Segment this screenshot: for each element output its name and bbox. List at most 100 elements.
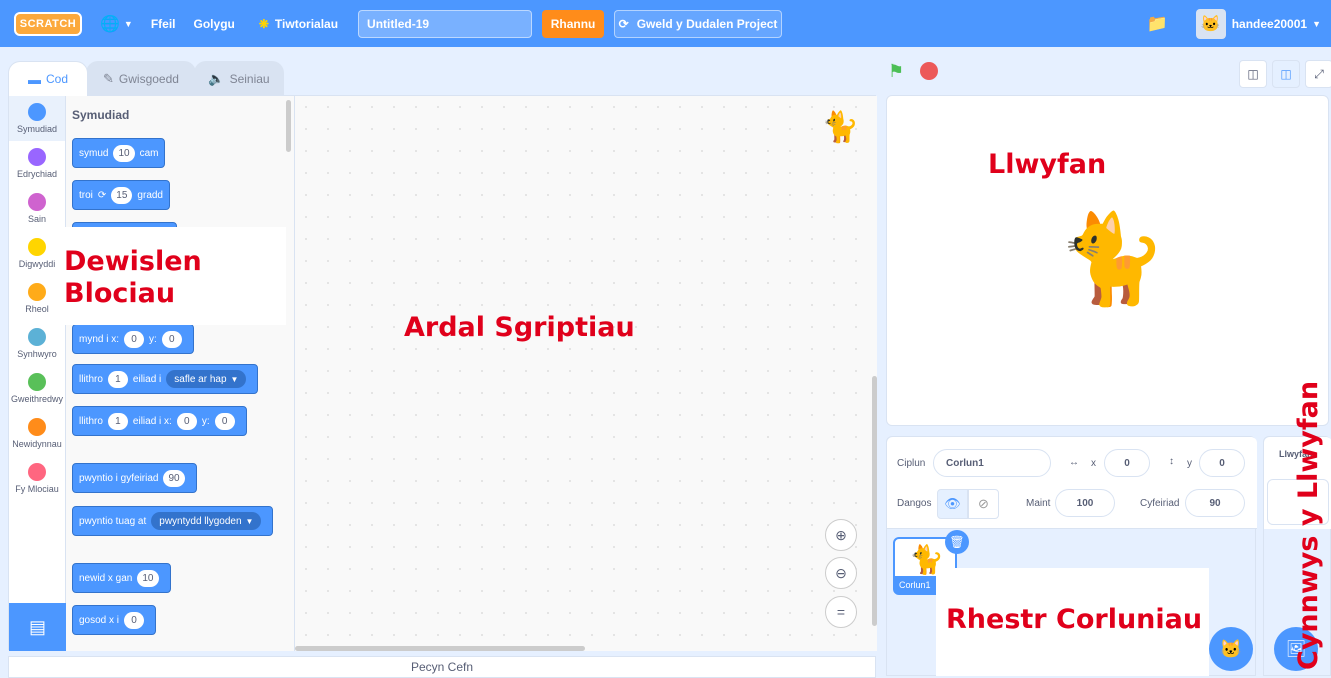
script-area[interactable]: 🐈 ⊕ ⊖ = <box>295 96 877 651</box>
block-dropdown[interactable]: safle ar hap ▼ <box>166 370 247 388</box>
stage-backdrops-annotation: Cynnwys y Llwyfan <box>1293 380 1324 670</box>
script-h-scrollbar[interactable] <box>295 646 585 651</box>
category-label: Symudiad <box>16 124 58 134</box>
x-label: x <box>1091 458 1096 469</box>
category-control[interactable]: Rheol <box>9 276 65 321</box>
zoom-in-button[interactable]: ⊕ <box>825 519 857 551</box>
block-move[interactable]: symud 10 cam <box>72 138 166 168</box>
block-turn-right[interactable]: troi ⟳ 15 gradd <box>72 180 170 210</box>
direction-input[interactable]: 90 <box>1185 489 1245 517</box>
stage[interactable]: 🐈 <box>886 95 1329 426</box>
y-input[interactable]: 0 <box>1199 449 1245 477</box>
tutorials-menu[interactable]: ❋ Tiwtorialau <box>259 17 338 31</box>
block-dropdown[interactable]: pwyntydd llygoden ▼ <box>151 512 262 530</box>
eye-icon[interactable]: 👁 <box>937 489 968 519</box>
category-label: Newidynnau <box>12 439 62 449</box>
block-input[interactable]: 0 <box>124 611 145 629</box>
cat-sprite[interactable]: 🐈 <box>1057 208 1167 311</box>
see-project-icon: ⟳ <box>618 16 629 31</box>
block-text: cam <box>139 147 159 159</box>
block-input[interactable]: 1 <box>107 412 128 430</box>
green-flag-icon[interactable]: ⚑ <box>888 62 908 80</box>
see-project-label: Gweld y Dudalen Project <box>636 16 778 31</box>
tab-costumes[interactable]: ✎ Gwisgoedd <box>86 61 196 96</box>
category-sensing[interactable]: Synhwyro <box>9 321 65 366</box>
share-button[interactable]: Rhannu <box>542 9 605 38</box>
block-input[interactable]: 0 <box>124 330 145 348</box>
block-glide-xy[interactable]: llithro 1 eiliad i x: 0 y: 0 <box>72 406 247 436</box>
block-input[interactable]: 15 <box>111 186 133 204</box>
file-menu[interactable]: Ffeil <box>151 17 176 31</box>
block-text: llithro <box>79 373 103 385</box>
avatar[interactable]: 🐱 <box>1195 8 1226 39</box>
chevron-down-icon: ▼ <box>123 18 133 29</box>
backpack[interactable]: Pecyn Cefn <box>8 656 876 678</box>
edit-menu[interactable]: Golygu <box>194 17 235 31</box>
editor-tabs: ▬ Cod ✎ Gwisgoedd 🔈 Seiniau <box>8 61 284 96</box>
block-text: symud <box>79 147 109 159</box>
category-looks[interactable]: Edrychiad <box>9 141 65 186</box>
sprite-name-input[interactable]: Corlun1 <box>933 449 1051 477</box>
block-input[interactable]: 1 <box>107 370 128 388</box>
block-text: gradd <box>137 189 163 201</box>
language-menu[interactable]: 🌐 ▼ <box>100 14 133 34</box>
stage-size-controls: ◫ ◫ ⤢ <box>1234 60 1331 88</box>
username[interactable]: handee20001 <box>1232 17 1307 31</box>
block-input[interactable]: 90 <box>163 469 185 487</box>
block-input[interactable]: 0 <box>176 412 197 430</box>
add-extension-button[interactable]: ▤ <box>9 603 66 651</box>
my-stuff-folder-icon[interactable]: 📁 <box>1147 14 1168 34</box>
eye-slash-icon[interactable]: ⊘ <box>968 489 999 519</box>
block-point-towards[interactable]: pwyntio tuag at pwyntydd llygoden ▼ <box>72 506 274 536</box>
category-variables[interactable]: Newidynnau <box>9 411 65 456</box>
category-dot <box>28 148 46 166</box>
y-arrows-icon: ↕ <box>1169 456 1174 467</box>
category-motion[interactable]: Symudiad <box>9 96 65 141</box>
code-editor: Symudiad Edrychiad Sain Digwyddi Rheol S… <box>8 95 877 651</box>
palette-heading: Symudiad <box>72 108 130 122</box>
block-input[interactable]: 10 <box>113 144 135 162</box>
scratch-logo[interactable]: SCRATCH <box>14 11 82 36</box>
trash-icon: 🗑 <box>949 535 965 549</box>
palette-scrollbar[interactable] <box>286 100 291 152</box>
zoom-out-icon: ⊖ <box>835 564 847 581</box>
size-input[interactable]: 100 <box>1055 489 1115 517</box>
dropdown-value: pwyntydd llygoden <box>159 515 242 527</box>
category-operators[interactable]: Gweithredwy <box>9 366 65 411</box>
block-glide-to[interactable]: llithro 1 eiliad i safle ar hap ▼ <box>72 364 259 394</box>
block-input[interactable]: 0 <box>214 412 235 430</box>
tab-sounds[interactable]: 🔈 Seiniau <box>194 61 284 96</box>
zoom-reset-button[interactable]: = <box>825 596 857 628</box>
block-go-to-xy[interactable]: mynd i x: 0 y: 0 <box>72 324 194 354</box>
stop-icon[interactable] <box>920 62 938 80</box>
code-icon: ▬ <box>27 71 41 87</box>
stage-annotation: Llwyfan <box>988 149 1107 180</box>
category-sound[interactable]: Sain <box>9 186 65 231</box>
see-project-page-button[interactable]: ⟳ Gweld y Dudalen Project <box>614 9 783 38</box>
block-text: y: <box>201 415 210 427</box>
block-input[interactable]: 0 <box>161 330 182 348</box>
dropdown-value: safle ar hap <box>174 373 227 385</box>
block-point-direction[interactable]: pwyntio i gyfeiriad 90 <box>72 463 197 493</box>
category-events[interactable]: Digwyddi <box>9 231 65 276</box>
tab-code[interactable]: ▬ Cod <box>8 61 88 96</box>
large-stage-button[interactable]: ◫ <box>1272 60 1300 88</box>
category-label: Synhwyro <box>17 349 57 359</box>
project-title-input[interactable]: Untitled-19 <box>358 9 533 38</box>
fullscreen-button[interactable]: ⤢ <box>1305 60 1331 88</box>
zoom-out-button[interactable]: ⊖ <box>825 557 857 589</box>
small-stage-button[interactable]: ◫ <box>1239 60 1267 88</box>
chevron-down-icon[interactable]: ▼ <box>1312 19 1321 29</box>
script-v-scrollbar[interactable] <box>872 376 877 626</box>
add-sprite-button[interactable]: 🐱 <box>1209 627 1253 671</box>
block-change-x[interactable]: newid x gan 10 <box>72 563 171 593</box>
category-my-blocks[interactable]: Fy Mlociau <box>9 456 65 501</box>
delete-sprite-button[interactable]: 🗑 <box>945 530 969 554</box>
chevron-down-icon: ▼ <box>230 374 239 384</box>
block-set-x[interactable]: gosod x i 0 <box>72 605 157 635</box>
block-input[interactable]: 10 <box>137 569 159 587</box>
tab-costumes-label: Gwisgoedd <box>118 72 179 86</box>
x-input[interactable]: 0 <box>1104 449 1150 477</box>
category-dot <box>28 373 46 391</box>
category-label: Gweithredwy <box>10 394 64 404</box>
